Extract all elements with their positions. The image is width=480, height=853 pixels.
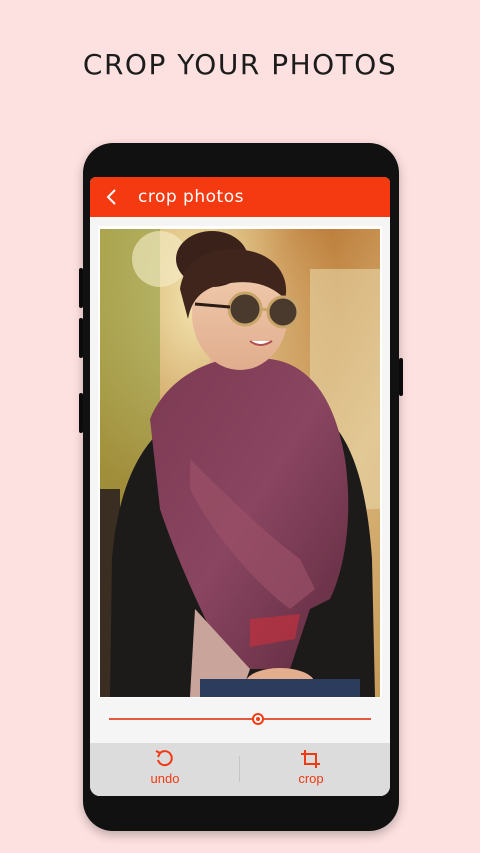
back-button[interactable]: [100, 185, 124, 209]
phone-side-button: [79, 268, 83, 308]
toolbar-divider: [239, 756, 240, 782]
bottom-toolbar: undo crop: [90, 743, 390, 796]
phone-side-button: [79, 318, 83, 358]
undo-label: undo: [150, 771, 180, 786]
photo-image: [100, 229, 380, 697]
page-headline: CROP YOUR PHOTOS: [82, 48, 398, 81]
undo-icon: [155, 750, 173, 767]
crop-button[interactable]: crop: [261, 749, 361, 793]
crop-canvas[interactable]: [98, 226, 382, 698]
app-screen: crop photos undo crop: [90, 177, 390, 796]
crop-slider[interactable]: [109, 711, 371, 727]
undo-button[interactable]: undo: [115, 749, 215, 793]
app-bar-title: crop photos: [138, 187, 244, 207]
phone-side-button: [79, 393, 83, 433]
crop-icon: [301, 750, 320, 768]
phone-power-button: [399, 358, 403, 396]
crop-label: crop: [298, 771, 324, 786]
slider-thumb[interactable]: [252, 713, 265, 725]
app-bar: crop photos: [90, 177, 390, 217]
slider-track: [109, 718, 371, 720]
chevron-left-icon: [106, 189, 116, 205]
